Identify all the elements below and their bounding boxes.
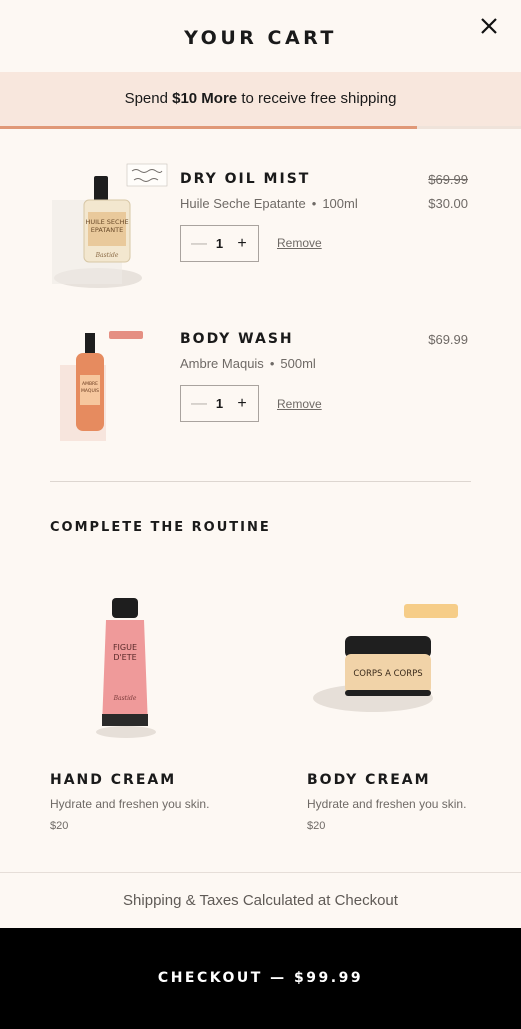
recommended-product-card[interactable]: CORPS A CORPS BODY CREAM Hydrate and fre… [307, 580, 487, 832]
banner-suffix: to receive free shipping [241, 90, 397, 107]
shipping-progress-bar [0, 126, 521, 129]
remove-button[interactable]: Remove [277, 236, 322, 250]
section-divider [50, 481, 471, 482]
quantity-value[interactable]: 1 [216, 236, 223, 251]
recommended-product-description: Hydrate and freshen you skin. [50, 797, 210, 811]
cart-item-variant: Huile Seche Epatante • 100ml [180, 196, 358, 211]
separator-dot: • [269, 356, 275, 371]
svg-text:Bastide: Bastide [113, 695, 137, 702]
free-shipping-banner: Spend $10 More to receive free shipping [0, 72, 521, 126]
cart-item: AMBRE MAQUIS BODY WASH Ambre Maquis • 500m… [0, 320, 521, 460]
cart-item-variant: Ambre Maquis • 500ml [180, 356, 316, 371]
banner-amount: $10 More [172, 90, 238, 107]
cart-item-variant-name: Huile Seche Epatante [180, 196, 306, 211]
checkout-button[interactable]: CHECKOUT — $99.99 [0, 928, 521, 1029]
hand-cream-image: FIGUE D'ETE Bastide [96, 598, 156, 738]
cart-item-original-price: $69.99 [428, 172, 468, 187]
svg-text:MAQUIS: MAQUIS [81, 388, 99, 394]
cart-item-size: 500ml [280, 356, 316, 371]
cart-item-price: $30.00 [428, 196, 468, 211]
recommended-product-card[interactable]: FIGUE D'ETE Bastide HAND CREAM Hydrate a… [50, 580, 230, 832]
cart-item: HUILE SECHE EPATANTE Bastide DRY OIL MIS… [0, 160, 521, 300]
shipping-progress-fill [0, 126, 417, 129]
close-icon[interactable] [477, 14, 501, 38]
decrease-quantity-button[interactable]: — [191, 235, 207, 253]
page-title: YOUR CART [184, 27, 337, 49]
svg-text:CORPS A CORPS: CORPS A CORPS [353, 669, 422, 679]
banner-prefix: Spend [124, 90, 168, 107]
recommended-product-name: BODY CREAM [307, 772, 431, 788]
separator-dot: • [311, 196, 317, 211]
cart-header: YOUR CART [0, 0, 521, 72]
svg-text:Bastide: Bastide [95, 252, 119, 259]
increase-quantity-button[interactable]: + [236, 235, 248, 253]
svg-text:FIGUE: FIGUE [113, 643, 137, 652]
svg-text:AMBRE: AMBRE [82, 381, 98, 387]
increase-quantity-button[interactable]: + [236, 395, 248, 413]
quantity-stepper: — 1 + [180, 385, 259, 422]
svg-text:HUILE SECHE: HUILE SECHE [85, 218, 128, 226]
cart-item-variant-name: Ambre Maquis [180, 356, 264, 371]
quantity-stepper: — 1 + [180, 225, 259, 262]
body-cream-image: CORPS A CORPS [313, 604, 458, 712]
decrease-quantity-button[interactable]: — [191, 395, 207, 413]
routine-section-title: COMPLETE THE ROUTINE [50, 520, 271, 535]
recommended-product-name: HAND CREAM [50, 772, 177, 788]
svg-text:D'ETE: D'ETE [113, 653, 136, 662]
shipping-taxes-note: Shipping & Taxes Calculated at Checkout [0, 872, 521, 928]
recommended-product-price: $20 [307, 820, 326, 832]
recommended-product-price: $20 [50, 820, 69, 832]
cart-item-name[interactable]: BODY WASH [180, 331, 294, 347]
remove-button[interactable]: Remove [277, 397, 322, 411]
editors-choice-badge [126, 163, 168, 187]
cart-item-name[interactable]: DRY OIL MIST [180, 171, 310, 187]
recommended-product-description: Hydrate and freshen you skin. [307, 797, 467, 811]
svg-text:EPATANTE: EPATANTE [91, 226, 123, 234]
cart-item-size: 100ml [322, 196, 358, 211]
cart-item-price: $69.99 [428, 332, 468, 347]
quantity-value[interactable]: 1 [216, 396, 223, 411]
body-wash-image: AMBRE MAQUIS [60, 331, 143, 441]
